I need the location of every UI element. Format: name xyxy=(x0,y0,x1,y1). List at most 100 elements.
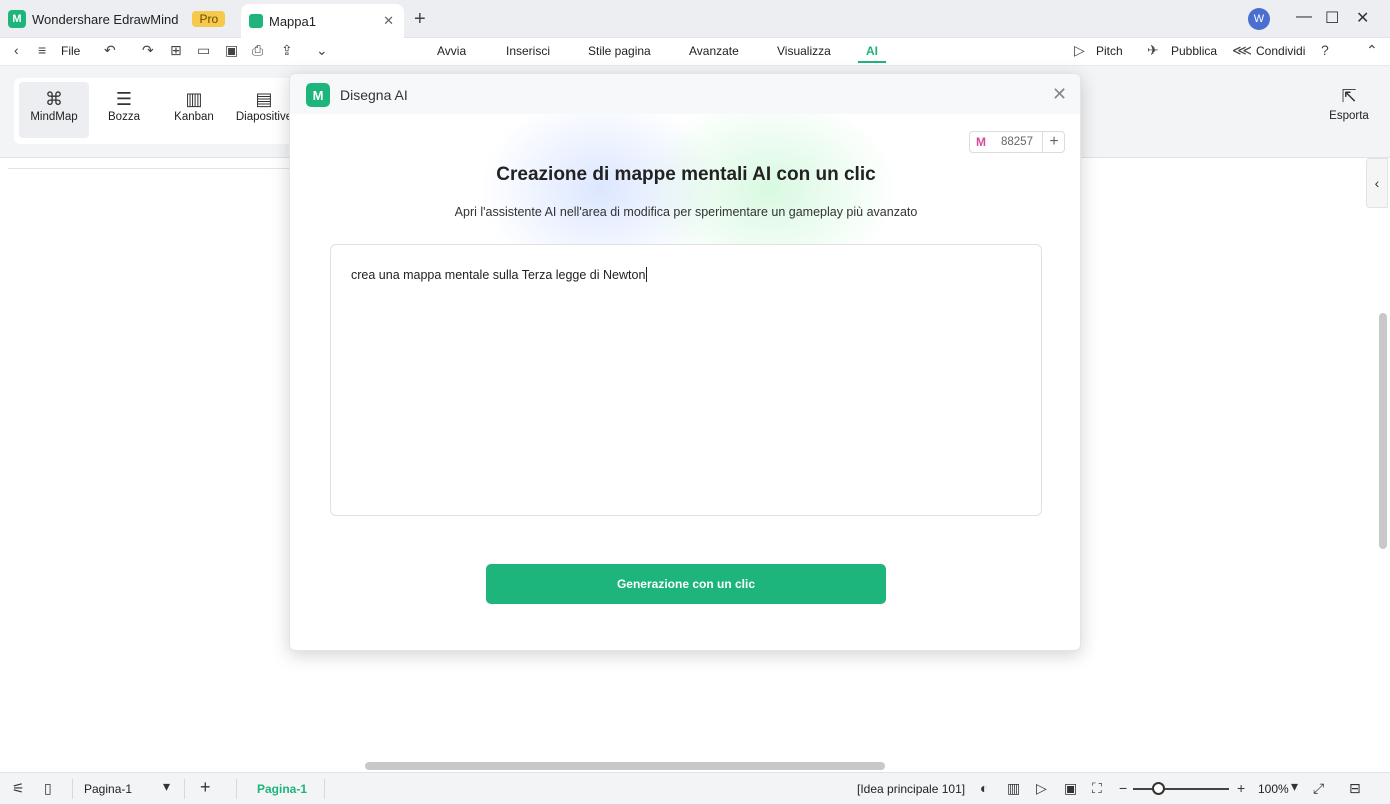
zoom-slider-track[interactable] xyxy=(1133,788,1229,790)
zoom-level[interactable]: 100% xyxy=(1258,782,1289,796)
hamburger-icon[interactable]: ≡ xyxy=(38,42,46,58)
page-dropdown-icon[interactable]: ▾ xyxy=(163,778,170,795)
tab-stile-pagina[interactable]: Stile pagina xyxy=(588,44,651,58)
document-tab[interactable]: Mappa1 ✕ xyxy=(241,4,404,38)
app-name: Wondershare EdrawMind xyxy=(32,11,179,27)
print-icon[interactable]: ⎙ xyxy=(252,42,263,59)
tab-avanzate[interactable]: Avanzate xyxy=(689,44,739,58)
share-icon: ⋘ xyxy=(1232,42,1252,58)
kanban-icon: ▥ xyxy=(185,89,203,109)
close-tab-icon[interactable]: ✕ xyxy=(383,13,394,29)
add-credits-button[interactable]: + xyxy=(1042,132,1065,152)
dialog-heading: Creazione di mappe mentali AI con un cli… xyxy=(496,164,876,185)
text-caret xyxy=(646,267,648,282)
dialog-subtitle: Apri l'assistente AI nell'area di modifi… xyxy=(454,205,918,219)
zoom-slider-handle[interactable] xyxy=(1152,782,1165,795)
tab-inserisci[interactable]: Inserisci xyxy=(506,44,550,58)
export-small-icon[interactable]: ⇪ xyxy=(281,42,293,59)
dialog-header: M Disegna AI ✕ xyxy=(290,74,1080,114)
redo-icon[interactable]: ↷ xyxy=(142,42,154,59)
dialog-title: Disegna AI xyxy=(340,87,408,103)
help-icon[interactable]: ? xyxy=(1321,42,1329,58)
status-bar: ⚟ ▯ Pagina-1 ▾ + Pagina-1 [Idea principa… xyxy=(0,772,1390,804)
publish-button[interactable]: Pubblica xyxy=(1171,44,1217,58)
user-avatar[interactable]: W xyxy=(1248,8,1270,30)
vertical-scrollbar[interactable] xyxy=(1379,313,1387,549)
edrawmind-logo-icon: M xyxy=(8,10,26,28)
side-panel-toggle[interactable]: ‹ xyxy=(1366,158,1388,208)
new-tab-icon[interactable]: + xyxy=(414,8,426,31)
add-page-icon[interactable]: + xyxy=(200,777,211,798)
pro-badge[interactable]: Pro xyxy=(192,11,226,27)
export-icon: ⇱ xyxy=(1341,86,1357,106)
tab-ai[interactable]: AI xyxy=(866,44,878,58)
chevron-left-icon: ‹ xyxy=(1374,175,1380,191)
tool-bozza[interactable]: ☰ Bozza xyxy=(89,82,159,138)
ai-tool-group: ⌘ MindMap ☰ Bozza ▥ Kanban ▤ Diapositive xyxy=(14,78,304,144)
menu-bar: ‹ ≡ File ↶ ↷ ⊞ ▭ ▣ ⎙ ⇪ ⌄ Avvia Inserisci… xyxy=(0,38,1390,66)
pitch-button[interactable]: Pitch xyxy=(1096,44,1123,58)
divider xyxy=(72,779,73,799)
page-tab[interactable]: Pagina-1 xyxy=(257,782,307,796)
minimize-icon[interactable]: — xyxy=(1296,8,1312,26)
tab-visualizza[interactable]: Visualizza xyxy=(777,44,831,58)
more-chevron-icon[interactable]: ⌄ xyxy=(316,42,328,59)
back-icon[interactable]: ‹ xyxy=(14,42,19,58)
tool-diapositive-label: Diapositive xyxy=(235,111,293,123)
prompt-input[interactable]: crea una mappa mentale sulla Terza legge… xyxy=(330,244,1042,516)
collapse-ribbon-icon[interactable]: ⌃ xyxy=(1366,42,1378,59)
zoom-out-icon[interactable]: − xyxy=(1119,780,1127,796)
ai-token-icon: M xyxy=(976,135,986,149)
idea-count: [Idea principale 101] xyxy=(857,782,966,796)
publish-icon: ✈ xyxy=(1147,42,1159,58)
expand-icon[interactable]: ⤢ xyxy=(1313,780,1324,797)
canvas-divider xyxy=(8,168,290,169)
close-window-icon[interactable]: ✕ xyxy=(1356,8,1369,28)
edrawmind-logo-icon: M xyxy=(306,83,330,107)
divider xyxy=(184,779,185,799)
divider xyxy=(236,779,237,799)
tool-bozza-label: Bozza xyxy=(108,111,140,123)
open-folder-icon[interactable]: ▭ xyxy=(197,42,210,59)
tool-kanban-label: Kanban xyxy=(174,111,214,123)
prompt-value: crea una mappa mentale sulla Terza legge… xyxy=(351,268,646,282)
share-button[interactable]: Condividi xyxy=(1256,44,1305,58)
save-icon[interactable]: ▣ xyxy=(225,42,238,59)
horizontal-scrollbar[interactable] xyxy=(365,762,885,770)
play-icon[interactable]: ▷ xyxy=(1036,780,1047,797)
tab-avvia[interactable]: Avvia xyxy=(437,44,466,58)
page-view-icon[interactable]: ▯ xyxy=(44,780,52,797)
zoom-dropdown-icon[interactable]: ▾ xyxy=(1291,778,1298,795)
new-file-icon[interactable]: ⊞ xyxy=(170,42,182,59)
filter-icon[interactable]: ⚟ xyxy=(12,780,25,797)
theme-icon[interactable]: ◐ xyxy=(980,780,988,796)
ai-draw-dialog: M Disegna AI ✕ M 88257 + Creazione di ma… xyxy=(289,73,1081,651)
credits-count: 88257 xyxy=(1001,136,1033,148)
pitch-icon: ▷ xyxy=(1074,42,1085,58)
export-button[interactable]: ⇱ Esporta xyxy=(1326,86,1372,122)
close-dialog-icon[interactable]: ✕ xyxy=(1052,84,1067,105)
mindmap-icon: ⌘ xyxy=(45,89,63,109)
fit-page-icon[interactable]: ▣ xyxy=(1064,780,1077,797)
tool-mindmap-label: MindMap xyxy=(30,111,78,123)
generate-button[interactable]: Generazione con un clic xyxy=(486,564,886,604)
page-select[interactable]: Pagina-1 xyxy=(84,782,132,796)
tool-kanban[interactable]: ▥ Kanban xyxy=(159,82,229,138)
panel-toggle-icon[interactable]: ⊟ xyxy=(1349,780,1361,797)
tool-mindmap[interactable]: ⌘ MindMap xyxy=(19,82,89,138)
book-icon[interactable]: ▥ xyxy=(1007,780,1020,797)
title-bar: M Wondershare EdrawMind Pro Mappa1 ✕ + W… xyxy=(0,0,1390,38)
active-tab-indicator xyxy=(858,61,886,63)
outline-icon: ☰ xyxy=(115,89,133,109)
zoom-in-icon[interactable]: + xyxy=(1237,780,1245,796)
mindmap-file-icon xyxy=(249,14,263,28)
document-tab-label: Mappa1 xyxy=(269,13,316,29)
undo-icon[interactable]: ↶ xyxy=(104,42,116,59)
file-menu[interactable]: File xyxy=(61,44,80,58)
prompt-text-wrapper: crea una mappa mentale sulla Terza legge… xyxy=(351,267,648,282)
app-home-tab[interactable]: M Wondershare EdrawMind Pro xyxy=(8,5,226,33)
maximize-icon[interactable]: ☐ xyxy=(1325,8,1339,28)
ai-credits: M 88257 + xyxy=(969,131,1065,153)
fullscreen-icon[interactable]: ⛶ xyxy=(1092,780,1102,797)
divider xyxy=(324,779,325,799)
